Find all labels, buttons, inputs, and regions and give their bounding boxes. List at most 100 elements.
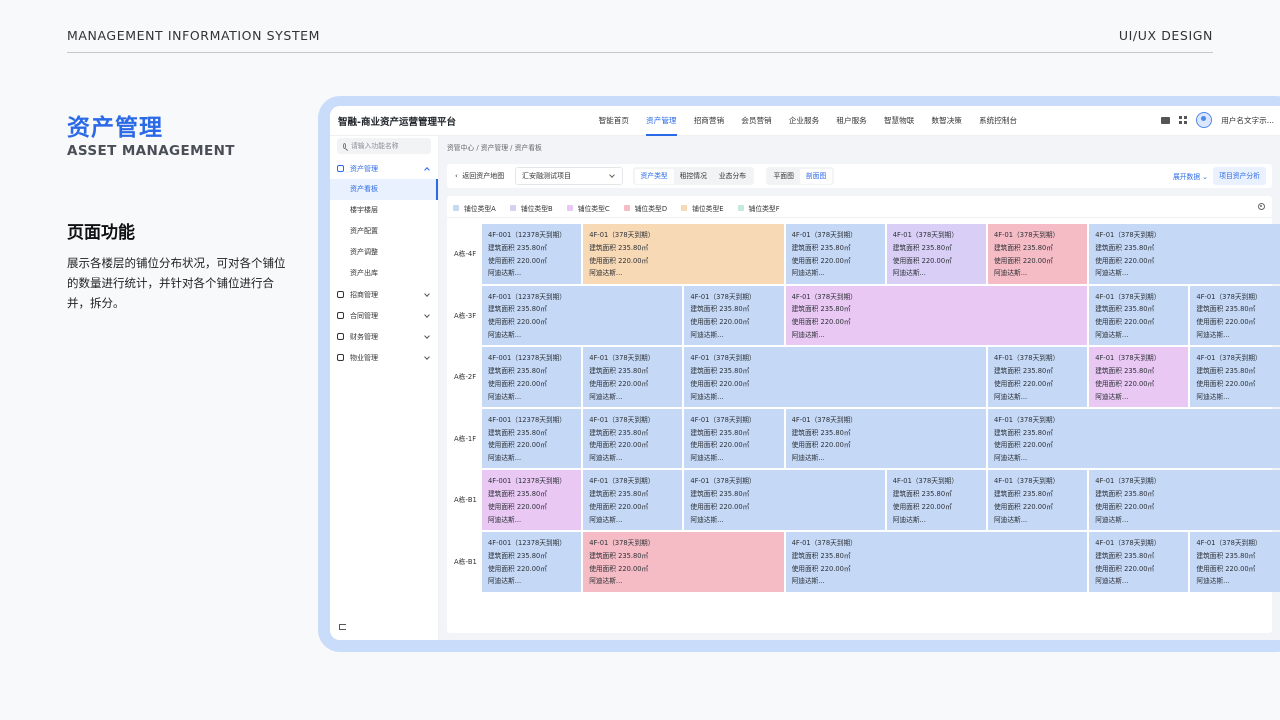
menu-item-6[interactable]: 智慧物联 [875,106,923,136]
shop-unit[interactable]: 4F-01（378天到期） 建筑面积 235.80㎡ 使用面积 220.00㎡ 阿迪达… [583,224,784,284]
shop-unit[interactable]: 4F-01（378天到期） 建筑面积 235.80㎡ 使用面积 220.00㎡ 阿迪达… [1190,532,1280,592]
menu-item-8[interactable]: 系统控制台 [971,106,1026,136]
unit-used: 使用面积 220.00㎡ [791,256,851,265]
sidebar-item-2[interactable]: 资产配置 [330,221,438,242]
shop-unit[interactable]: 4F-01（378天到期） 建筑面积 235.80㎡ 使用面积 220.00㎡ 阿迪达… [684,470,885,530]
unit-tenant: 阿迪达斯... [994,454,1028,463]
legend-swatch [737,205,744,211]
shop-unit[interactable]: 4F-01（378天到期） 建筑面积 235.80㎡ 使用面积 220.00㎡ 阿迪达… [1089,347,1189,407]
unit-area: 建筑面积 235.80㎡ [589,551,649,560]
feature-title: 页面功能 [67,223,135,243]
sidebar-group-3[interactable]: 财务管理 [330,326,438,347]
shop-unit[interactable]: 4F-001（12378天到期） 建筑面积 235.80㎡ 使用面积 220.00㎡… [482,224,582,284]
shop-unit[interactable]: 4F-001（12378天到期） 建筑面积 235.80㎡ 使用面积 220.00㎡… [482,347,582,407]
unit-tenant: 阿迪达斯... [994,515,1028,524]
unit-code: 4F-01（378天到期） [791,231,857,239]
user-name[interactable]: 用户名文字示... [1221,115,1274,126]
legend-item-1: 铺位类型B [509,203,553,213]
unit-code: 4F-01（378天到期） [1095,354,1161,363]
chevron-icon [424,291,430,297]
shop-unit[interactable]: 4F-01（378天到期） 建筑面积 235.80㎡ 使用面积 220.00㎡ 阿迪达… [583,347,683,407]
project-select[interactable]: 汇安融测试项目 [515,167,623,185]
sidebar-group-0[interactable]: 资产管理 [330,158,438,179]
shop-unit[interactable]: 4F-01（378天到期） 建筑面积 235.80㎡ 使用面积 220.00㎡ 阿迪达… [988,408,1280,469]
seg1-tab-0[interactable]: 资产类型 [634,168,674,184]
feature-description: 展示各楼层的铺位分布状况，可对各个铺位的数量进行统计，并针对各个铺位进行合并，拆… [67,256,286,310]
shop-unit[interactable]: 4F-01（378天到期） 建筑面积 235.80㎡ 使用面积 220.00㎡ 阿迪达… [988,470,1088,530]
sidebar-item-3[interactable]: 资产调整 [330,242,438,263]
shop-unit[interactable]: 4F-01（378天到期） 建筑面积 235.80㎡ 使用面积 220.00㎡ 阿迪达… [1089,532,1189,592]
sidebar-item-0[interactable]: 资产看板 [330,179,438,200]
sidebar-search-input[interactable] [351,142,431,150]
shop-unit[interactable]: 4F-001（12378天到期） 建筑面积 235.80㎡ 使用面积 220.00㎡… [482,285,683,346]
menu-item-2[interactable]: 招商营销 [685,106,733,136]
unit-tenant: 阿迪达斯... [1095,515,1129,524]
shop-unit[interactable]: 4F-01（378天到期） 建筑面积 235.80㎡ 使用面积 220.00㎡ 阿迪达… [1089,470,1280,530]
settings-gear-icon[interactable] [1258,203,1265,210]
apps-grid-icon[interactable] [1179,116,1188,124]
shop-unit[interactable]: 4F-01（378天到期） 建筑面积 235.80㎡ 使用面积 220.00㎡ 阿迪达… [583,470,683,530]
expand-data-button[interactable]: 展开数据 ⌄ [1173,171,1208,181]
sidebar-group-2[interactable]: 合同管理 [330,305,438,326]
shop-unit[interactable]: 4F-01（378天到期） 建筑面积 235.80㎡ 使用面积 220.00㎡ 阿迪达… [684,285,784,346]
menu-item-4[interactable]: 企业服务 [780,106,828,136]
shop-unit[interactable]: 4F-01（378天到期） 建筑面积 235.80㎡ 使用面积 220.00㎡ 阿迪达… [583,408,683,469]
unit-area: 建筑面积 235.80㎡ [1196,366,1256,375]
avatar[interactable] [1196,112,1213,128]
chevron-icon [424,333,430,339]
unit-used: 使用面积 220.00㎡ [589,379,649,388]
unit-used: 使用面积 220.00㎡ [589,564,649,573]
sidebar-group-1[interactable]: 招商管理 [330,284,438,305]
legend-swatch [566,205,573,211]
sidebar-menu: 资产管理 资产看板 楼宇楼层 资产配置 资产调整 资产出库 招商管理 合同管理 财务管理 物业管理 [330,158,438,368]
unit-area: 建筑面积 235.80㎡ [1095,305,1155,314]
shop-unit[interactable]: 4F-01（378天到期） 建筑面积 235.80㎡ 使用面积 220.00㎡ 阿迪达… [583,532,784,592]
shop-unit[interactable]: 4F-01（378天到期） 建筑面积 235.80㎡ 使用面积 220.00㎡ 阿迪达… [785,285,1088,346]
seg1-tab-2[interactable]: 业态分布 [713,169,752,184]
shop-unit[interactable]: 4F-01（378天到期） 建筑面积 235.80㎡ 使用面积 220.00㎡ 阿迪达… [684,408,784,469]
shop-unit[interactable]: 4F-01（378天到期） 建筑面积 235.80㎡ 使用面积 220.00㎡ 阿迪达… [988,347,1088,407]
seg2-tab-1[interactable]: 剖面图 [799,168,833,184]
shop-unit[interactable]: 4F-01（378天到期） 建筑面积 235.80㎡ 使用面积 220.00㎡ 阿迪达… [785,224,885,284]
menu-item-1[interactable]: 资产管理 [638,106,686,136]
seg1-tab-1[interactable]: 租控情况 [674,169,713,184]
legend-label: 铺位类型D [634,205,668,213]
unit-code: 4F-01（378天到期） [589,354,655,363]
menu-item-7[interactable]: 数智决策 [923,106,971,136]
shop-unit[interactable]: 4F-001（12378天到期） 建筑面积 235.80㎡ 使用面积 220.00㎡… [482,532,582,592]
back-to-asset-map-button[interactable]: ‹ 返回资产地图 [455,171,504,181]
unit-area: 建筑面积 235.80㎡ [690,366,750,375]
shop-unit[interactable]: 4F-01（378天到期） 建筑面积 235.80㎡ 使用面积 220.00㎡ 阿迪达… [684,347,986,407]
shop-unit[interactable]: 4F-01（378天到期） 建筑面积 235.80㎡ 使用面积 220.00㎡ 阿迪达… [785,408,986,469]
header-right-caption: UI/UX DESIGN [1118,28,1213,43]
sidebar-item-4[interactable]: 资产出库 [330,263,438,284]
collapse-sidebar-icon[interactable] [339,624,346,630]
seg2-tab-0[interactable]: 平面图 [768,169,800,184]
menu-item-5[interactable]: 租户服务 [828,106,876,136]
unit-used: 使用面积 220.00㎡ [690,318,750,327]
unit-used: 使用面积 220.00㎡ [892,256,952,265]
shop-unit[interactable]: 4F-01（378天到期） 建筑面积 235.80㎡ 使用面积 220.00㎡ 阿迪达… [886,470,986,530]
shop-unit[interactable]: 4F-01（378天到期） 建筑面积 235.80㎡ 使用面积 220.00㎡ 阿迪达… [1190,347,1280,407]
unit-tenant: 阿迪达斯... [589,269,623,278]
shop-unit[interactable]: 4F-001（12378天到期） 建筑面积 235.80㎡ 使用面积 220.00㎡… [482,408,582,469]
sidebar-group-4[interactable]: 物业管理 [330,347,438,368]
shop-unit[interactable]: 4F-001（12378天到期） 建筑面积 235.80㎡ 使用面积 220.00㎡… [482,470,582,530]
shop-unit[interactable]: 4F-01（378天到期） 建筑面积 235.80㎡ 使用面积 220.00㎡ 阿迪达… [1089,224,1280,284]
project-analysis-button[interactable]: 项目资产分析 [1213,167,1266,185]
unit-area: 建筑面积 235.80㎡ [791,305,851,314]
legend-label: 铺位类型F [748,205,780,213]
legend-swatch [623,205,630,211]
menu-item-0[interactable]: 智能首页 [590,106,638,136]
legend: 铺位类型A 铺位类型B 铺位类型C 铺位类型D 铺位类型E 铺位类型F [453,203,780,213]
shop-unit[interactable]: 4F-01（378天到期） 建筑面积 235.80㎡ 使用面积 220.00㎡ 阿迪达… [1089,285,1189,346]
menu-item-3[interactable]: 会员营销 [733,106,781,136]
shop-unit[interactable]: 4F-01（378天到期） 建筑面积 235.80㎡ 使用面积 220.00㎡ 阿迪达… [785,532,1088,592]
sidebar-group-icon [337,333,344,340]
shop-unit[interactable]: 4F-01（378天到期） 建筑面积 235.80㎡ 使用面积 220.00㎡ 阿迪达… [886,224,986,284]
folder-icon[interactable] [1161,116,1171,124]
shop-unit[interactable]: 4F-01（378天到期） 建筑面积 235.80㎡ 使用面积 220.00㎡ 阿迪达… [988,224,1088,284]
shop-unit[interactable]: 4F-01（378天到期） 建筑面积 235.80㎡ 使用面积 220.00㎡ 阿迪达… [1190,285,1280,346]
unit-used: 使用面积 220.00㎡ [1196,318,1256,327]
sidebar-item-1[interactable]: 楼宇楼层 [330,200,438,221]
